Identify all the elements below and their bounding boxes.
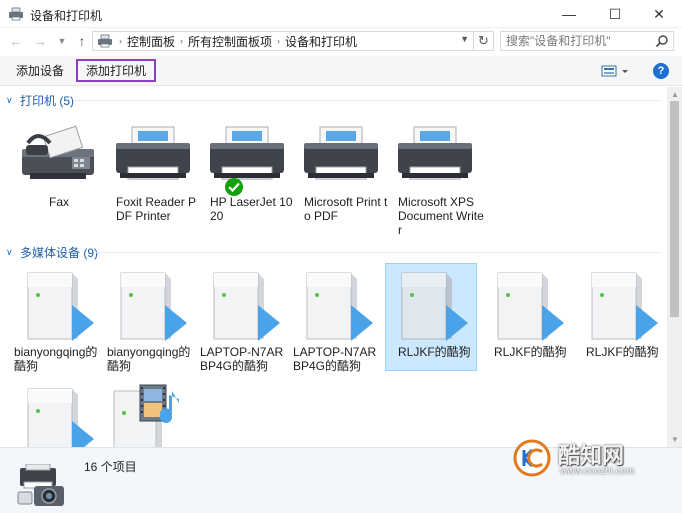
window-title: 设备和打印机 [30,9,103,23]
up-button[interactable]: ↑ [72,31,92,51]
breadcrumb-separator-icon[interactable]: › [277,36,280,46]
recent-locations-button[interactable]: ▼ [52,31,72,51]
watermark: 酷知网 www.coozhi.com [502,428,672,488]
device-label: Microsoft XPS Document Writer [398,195,484,237]
printer-icon [398,126,472,180]
device-label: Fax [48,195,69,209]
maximize-icon: ☐ [608,5,622,22]
minimize-button[interactable]: — [546,0,592,28]
scrollbar-thumb[interactable] [670,101,679,317]
device-label: LAPTOP-N7ARBP4G的酷狗 [200,345,284,373]
search-input[interactable] [501,32,651,50]
forward-button[interactable]: → [30,31,50,51]
device-item-microsoft-xps-writer[interactable]: Microsoft XPS Document Writer [392,123,484,237]
media-server-icon [213,272,280,341]
media-player-icon [113,384,179,447]
default-printer-check-icon [225,178,243,196]
device-item-microsoft-print-to-pdf[interactable]: Microsoft Print to PDF [298,123,390,223]
address-dropdown-icon[interactable]: ▼ [460,34,469,44]
group-title-multimedia: 多媒体设备 (9) [20,245,99,260]
vertical-scrollbar[interactable]: ▲ ▼ [667,87,682,447]
device-item-fax[interactable]: Fax [16,123,108,209]
group-divider [74,100,660,101]
add-device-button[interactable]: 添加设备 [8,59,72,82]
media-server-icon [120,272,187,341]
device-label: HP LaserJet 1020 [210,195,293,223]
device-item-media-server-selected[interactable]: RLJKF的酷狗 [385,263,480,371]
refresh-button[interactable]: ↻ [474,31,494,51]
help-button[interactable]: ? [653,63,669,79]
refresh-icon: ↻ [478,33,489,48]
device-item-hp-laserjet[interactable]: HP LaserJet 1020 [204,123,296,223]
search-icon[interactable] [655,34,669,48]
device-label: Microsoft Print to PDF [304,195,388,223]
title-bar: 设备和打印机 — ☐ ✕ [0,0,682,28]
navigation-bar: ← → ▼ ↑ › 控制面板 › 所有控制面板项 › 设备和打印机 ▼ ↻ [0,28,682,54]
fax-icon [22,125,94,179]
media-server-icon [306,272,373,341]
device-item-foxit-printer[interactable]: Foxit Reader PDF Printer [110,123,202,223]
forward-arrow-icon: → [33,33,47,49]
coozhi-logo-icon [513,439,551,477]
address-bar[interactable]: › 控制面板 › 所有控制面板项 › 设备和打印机 ▼ [92,31,474,51]
breadcrumb-separator-icon[interactable]: › [180,36,183,46]
media-server-icon [497,272,564,341]
change-view-button[interactable] [600,64,630,78]
device-label: bianyongqing的酷狗 [107,345,191,373]
minimize-icon: — [562,6,576,22]
breadcrumb-devices-printers[interactable]: 设备和打印机 [285,33,357,50]
devices-camera-icon [17,464,64,506]
devices-content-area: ∨ 打印机 (5) Fax Foxit Reader PDF Printer H… [0,87,667,447]
device-item-media-server[interactable]: bianyongqing的酷狗 [14,267,106,373]
up-arrow-icon: ↑ [78,33,86,49]
printer-icon [116,126,190,180]
chevron-down-icon: ▼ [57,36,67,46]
device-item-media-player[interactable] [100,383,192,447]
printer-icon [304,126,378,180]
back-arrow-icon: ← [9,33,23,49]
add-printer-button[interactable]: 添加打印机 [76,59,157,82]
devices-printers-app-icon [9,7,23,21]
media-server-icon [27,388,94,447]
device-item-media-server[interactable]: LAPTOP-N7ARBP4G的酷狗 [293,267,385,373]
close-icon: ✕ [653,5,665,22]
device-item-media-server[interactable]: RLJKF的酷狗 [484,267,576,359]
media-server-icon [27,272,94,341]
device-label: RLJKF的酷狗 [586,345,659,359]
control-panel-icon [98,34,112,48]
device-label: Foxit Reader PDF Printer [116,195,197,223]
maximize-button[interactable]: ☐ [592,0,638,28]
command-bar: 添加设备 添加打印机 ? [0,56,682,86]
search-box[interactable] [500,31,674,51]
collapse-chevron-icon[interactable]: ∨ [6,95,18,106]
scroll-up-icon[interactable]: ▲ [671,90,679,99]
back-button[interactable]: ← [6,31,26,51]
view-options-icon [601,65,628,77]
group-header-multimedia[interactable]: ∨ 多媒体设备 (9) [0,243,660,261]
media-server-icon [591,272,658,341]
group-header-printers[interactable]: ∨ 打印机 (5) [0,91,660,109]
media-server-icon [401,272,468,341]
device-item-media-server[interactable]: bianyongqing的酷狗 [107,267,199,373]
device-label: RLJKF的酷狗 [398,345,471,359]
breadcrumb-control-panel[interactable]: 控制面板 [127,33,175,50]
device-item-media-server[interactable]: RLJKF的酷狗 [578,267,667,359]
printer-icon [210,126,284,180]
group-divider [96,252,660,253]
close-button[interactable]: ✕ [636,0,682,28]
help-icon: ? [657,65,665,77]
scroll-down-icon[interactable]: ▼ [671,435,679,444]
device-label: RLJKF的酷狗 [494,345,567,359]
watermark-url: www.coozhi.com [560,466,635,477]
device-label: LAPTOP-N7ARBP4G的酷狗 [293,345,377,373]
collapse-chevron-icon[interactable]: ∨ [6,247,18,258]
device-item-media-server[interactable]: LAPTOP-N7ARBP4G的酷狗 [200,267,292,373]
breadcrumb-all-items[interactable]: 所有控制面板项 [188,33,272,50]
breadcrumb-separator-icon: › [119,36,122,46]
item-count: 16 个项目 [84,460,137,474]
device-label: bianyongqing的酷狗 [14,345,98,373]
device-item-media-server[interactable] [14,383,106,447]
group-title-printers: 打印机 (5) [20,93,75,108]
